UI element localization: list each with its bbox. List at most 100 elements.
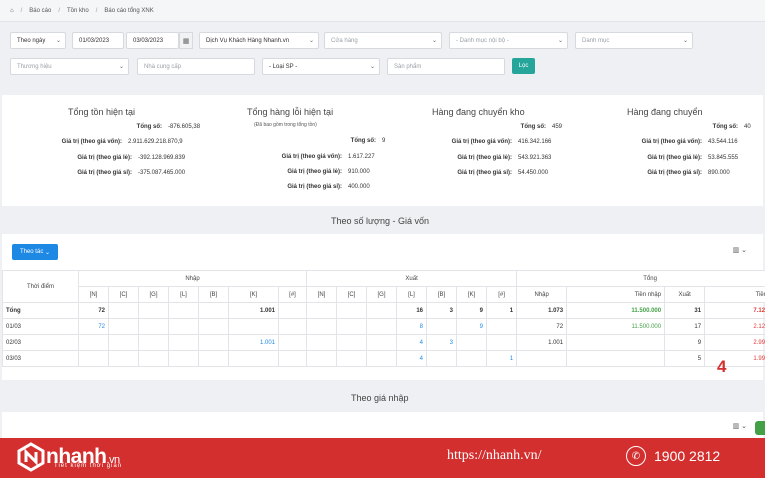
table-cell: [366, 334, 398, 351]
table-cell[interactable]: 4: [396, 350, 428, 367]
table-cell[interactable]: 1: [486, 350, 518, 367]
subheader-cell: [B]: [426, 286, 458, 303]
table-cell: [366, 302, 398, 319]
company-select[interactable]: Dịch Vụ Khách Hàng Nhanh.vn ⌄: [199, 32, 319, 49]
hotline[interactable]: ✆ 1900 2812: [626, 446, 720, 466]
import-price-panel: ▥ ⌄: [2, 412, 763, 438]
from-date-input[interactable]: 01/03/2023: [72, 32, 124, 49]
page-number: 4: [717, 357, 727, 376]
table-cell: [366, 350, 398, 367]
table-cell[interactable]: 1.001: [228, 334, 279, 351]
subheader-cell: [#]: [486, 286, 518, 303]
brand-select[interactable]: Thương hiệu ⌄: [10, 58, 129, 75]
table-cell: [138, 318, 169, 335]
breadcrumb-inventory[interactable]: Tồn kho: [67, 8, 89, 14]
period-select[interactable]: Theo ngày ⌄: [10, 32, 66, 49]
table-cell: [78, 334, 109, 351]
table-cell[interactable]: 17: [664, 318, 706, 335]
internal-category-select[interactable]: - Danh mục nội bộ - ⌄: [449, 32, 568, 49]
nhanh-logo-icon: [16, 442, 46, 472]
table-cell: 31: [664, 302, 706, 319]
subheader-cell: [K]: [228, 286, 279, 303]
table-row: 02/03 1.001 43 1.001 92.996.668: [2, 334, 765, 351]
table-cell: [516, 350, 568, 367]
table-cell: [426, 350, 458, 367]
product-input[interactable]: Sản phẩm: [387, 58, 505, 75]
footer-banner: nhanh.vn Tiết kiệm thời gian https://nha…: [0, 438, 765, 478]
table-cell: [456, 334, 488, 351]
table-cell[interactable]: 3: [426, 334, 458, 351]
subheader-cell: [L]: [168, 286, 199, 303]
header-export: Xuất: [306, 270, 518, 287]
summary-panel: Tổng tồn hiện tại Tổng số: -876.605,38 Gi…: [2, 95, 763, 206]
row-label: Tổng: [2, 302, 79, 319]
table-cell: 1.073: [516, 302, 568, 319]
subheader-cell: [L]: [396, 286, 428, 303]
table-cell: [108, 350, 139, 367]
supplier-input[interactable]: Nhà cung cấp: [137, 58, 255, 75]
home-icon[interactable]: ⌂: [10, 8, 14, 14]
subheader-cell: [#]: [277, 286, 308, 303]
table-cell: [168, 350, 199, 367]
table-cell: [198, 350, 229, 367]
table-row: 03/03 4 1 51.999.142: [2, 350, 765, 367]
table-cell: [336, 318, 368, 335]
tagline: Tiết kiệm thời gian: [54, 463, 123, 469]
to-date-input[interactable]: 03/03/2023: [126, 32, 179, 49]
table-cell[interactable]: 5: [664, 350, 706, 367]
table-cell[interactable]: 8: [396, 318, 428, 335]
table-cell: [78, 350, 109, 367]
column-toggle-icon[interactable]: ▥ ⌄: [733, 246, 747, 254]
table-cell: [168, 318, 199, 335]
table-cell[interactable]: 2.126.000: [704, 318, 765, 335]
table-cell: [138, 350, 169, 367]
calendar-icon[interactable]: ▦: [179, 32, 193, 49]
table-cell: 1.001: [228, 302, 279, 319]
breadcrumb-report[interactable]: Báo cáo: [29, 8, 51, 14]
report-panel: Theo tác ⌄ ▥ ⌄ Thời điểm Nhập Xuất Tổng …: [2, 234, 765, 380]
phone-icon: ✆: [626, 446, 646, 466]
table-cell: [108, 302, 139, 319]
table-cell: 16: [396, 302, 428, 319]
subheader-cell: Tiền xuất: [704, 286, 765, 303]
table-cell: [198, 334, 229, 351]
table-cell: [198, 318, 229, 335]
subheader-cell: Xuất: [664, 286, 706, 303]
table-cell: 3: [426, 302, 458, 319]
table-cell[interactable]: 1.999.142: [704, 350, 765, 367]
table-cell: [366, 318, 398, 335]
table-cell: [566, 334, 666, 351]
website-url[interactable]: https://nhanh.vn/: [447, 448, 542, 464]
table-cell[interactable]: 11.500.000: [566, 318, 666, 335]
store-select[interactable]: Cửa hàng ⌄: [324, 32, 442, 49]
table-cell: 7.121.810: [704, 302, 765, 319]
row-label: 01/03: [2, 318, 79, 335]
table-cell[interactable]: 9: [456, 318, 488, 335]
table-cell[interactable]: 72: [516, 318, 568, 335]
table-cell: [138, 334, 169, 351]
column-toggle-icon-2[interactable]: ▥ ⌄: [733, 422, 747, 430]
table-cell[interactable]: 9: [664, 334, 706, 351]
table-cell: [306, 334, 338, 351]
actions-button[interactable]: Theo tác ⌄: [12, 244, 58, 260]
table-cell[interactable]: 2.996.668: [704, 334, 765, 351]
table-cell: [336, 302, 368, 319]
table-cell: [306, 302, 338, 319]
phone-number: 1900 2812: [654, 448, 721, 464]
table-cell: [108, 334, 139, 351]
filter-button[interactable]: Lọc: [512, 58, 535, 74]
header-time: Thời điểm: [2, 270, 79, 303]
table-cell: [168, 302, 199, 319]
product-type-select[interactable]: - Loại SP - ⌄: [262, 58, 380, 75]
subheader-cell: Tiền nhập: [566, 286, 666, 303]
subheader-cell: [B]: [198, 286, 229, 303]
table-cell[interactable]: 1.001: [516, 334, 568, 351]
table-row: 01/0372897211.500.000172.126.000: [2, 318, 765, 335]
chat-icon[interactable]: [755, 421, 765, 435]
table-cell[interactable]: 72: [78, 318, 109, 335]
table-cell[interactable]: 4: [396, 334, 428, 351]
subheader-cell: [N]: [306, 286, 338, 303]
table-cell: [228, 318, 279, 335]
category-select[interactable]: Danh mục ⌄: [575, 32, 693, 49]
table-cell: [566, 350, 666, 367]
